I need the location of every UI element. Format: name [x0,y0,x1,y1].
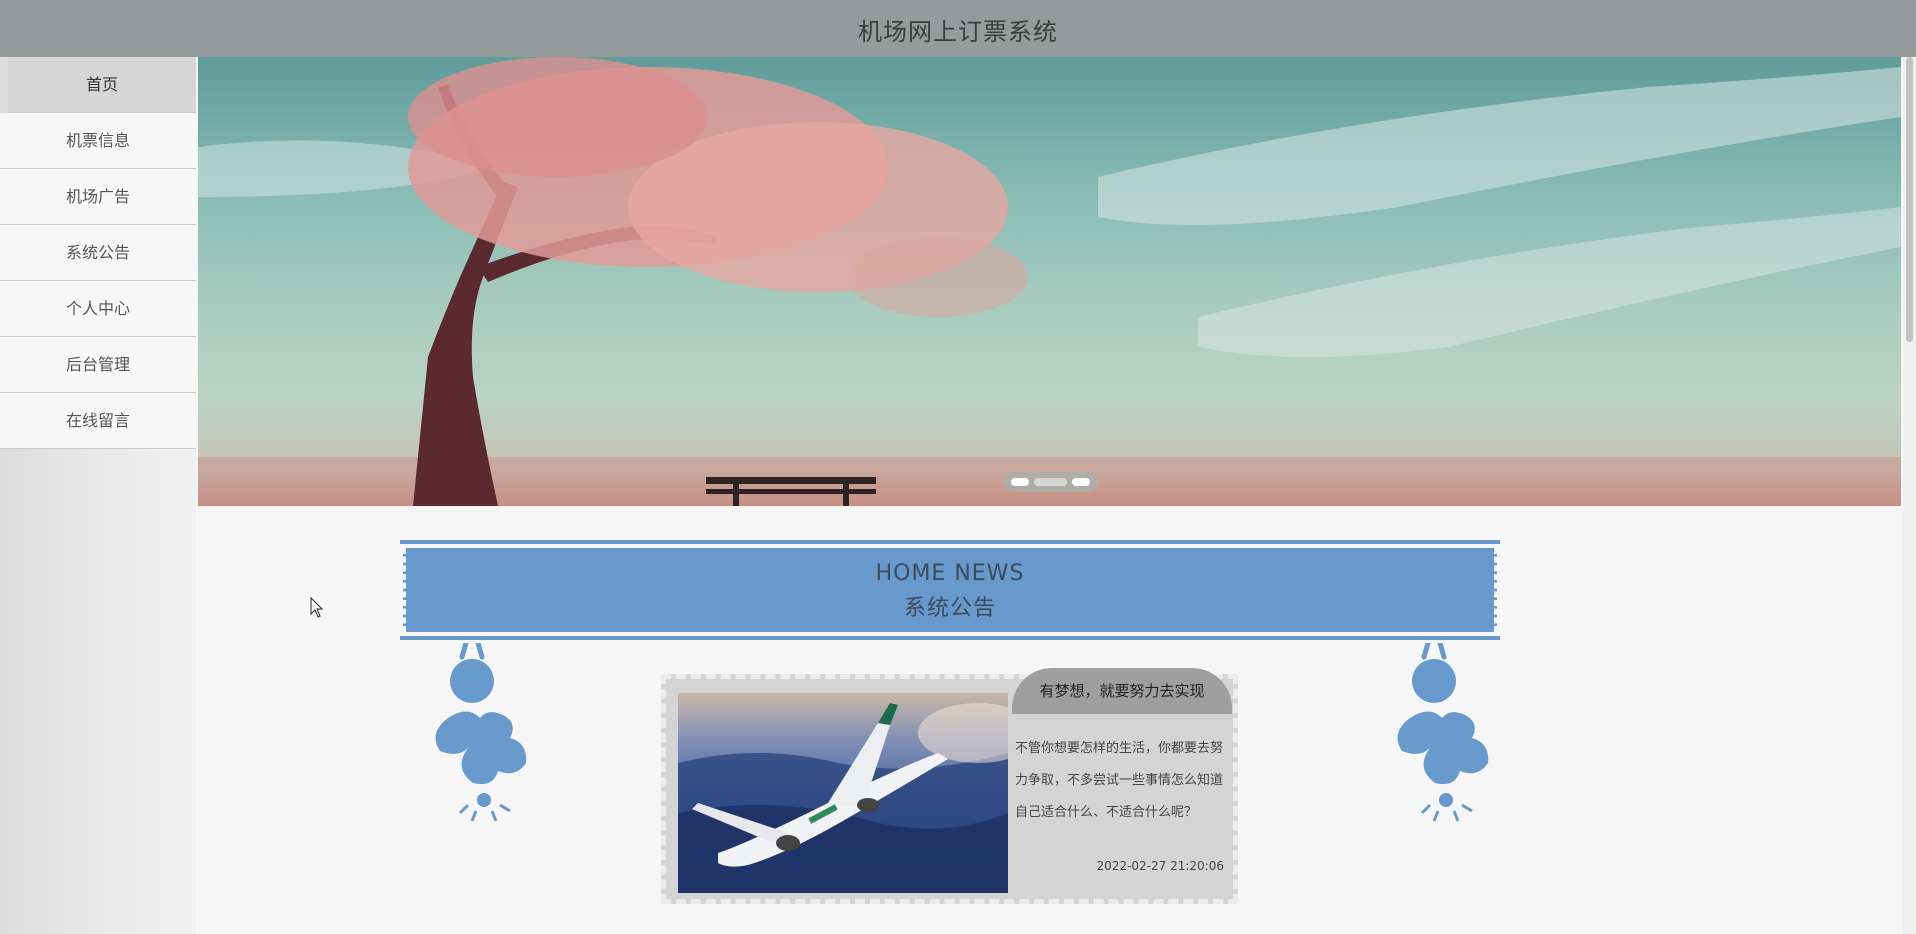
sidebar-item-announcements[interactable]: 系统公告 [0,225,196,281]
top-bar: 机场网上订票系统 [0,0,1916,57]
scrollbar-thumb[interactable] [1906,57,1913,342]
header-stripe-bottom [400,636,1500,640]
news-heading-en: HOME NEWS [875,561,1025,586]
sidebar-item-home[interactable]: 首页 [8,57,196,113]
banner-image [198,57,1901,506]
header-stripe-top [400,540,1500,544]
scrollbar[interactable] [1903,57,1916,934]
sidebar-item-ticket-info[interactable]: 机票信息 [0,113,196,169]
right-mascot-icon [1397,643,1489,822]
mouse-cursor-icon [310,597,324,618]
sidebar-item-admin[interactable]: 后台管理 [0,337,196,393]
news-title[interactable]: 有梦想，就要努力去实现 [1012,668,1232,714]
site-title: 机场网上订票系统 [858,18,1058,46]
carousel-indicator [1004,472,1098,492]
news-heading-zh: 系统公告 [903,596,996,621]
news-thumbnail[interactable] [678,693,1008,893]
banner-carousel[interactable] [198,57,1901,506]
carousel-dot-1[interactable] [1011,478,1029,486]
carousel-dot-3[interactable] [1072,478,1090,486]
news-summary: 不管你想要怎样的生活，你都要去努力争取，不多尝试一些事情怎么知道自己适合什么、不… [1015,741,1224,820]
sidebar-item-personal-center[interactable]: 个人中心 [0,281,196,337]
airplane-image [678,693,1008,893]
sidebar-item-airport-ads[interactable]: 机场广告 [0,169,196,225]
left-mascot-icon [435,643,527,822]
sidebar: 首页 机票信息 机场广告 系统公告 个人中心 后台管理 在线留言 [0,57,196,934]
news-date: 2022-02-27 21:20:06 [1096,859,1224,873]
sidebar-item-messages[interactable]: 在线留言 [0,393,196,449]
news-card[interactable]: 有梦想，就要努力去实现 不管你想要怎样的生活，你都要去努力争取，不多尝试一些事情… [661,668,1238,904]
carousel-dot-2[interactable] [1034,478,1067,486]
news-header-box: HOME NEWS 系统公告 [403,548,1497,632]
news-section-header: HOME NEWS 系统公告 [400,540,1500,640]
